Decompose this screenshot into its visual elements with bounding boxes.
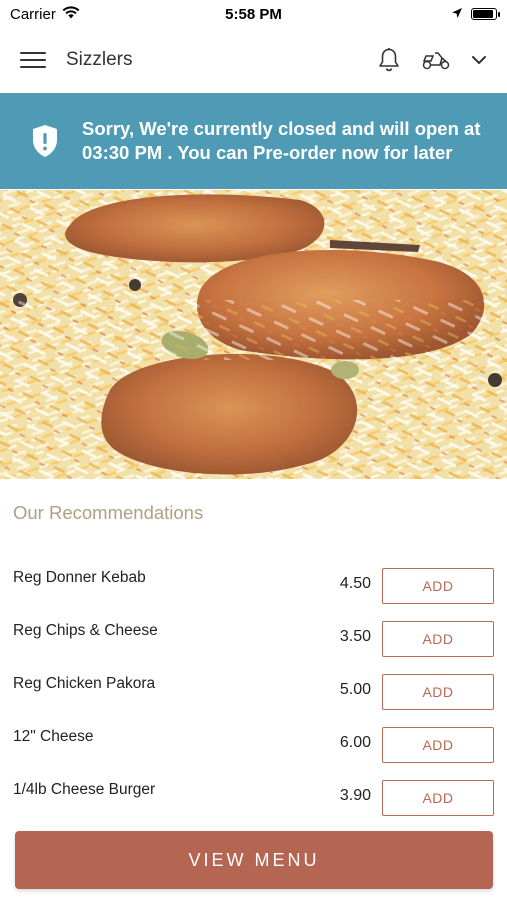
item-name: 1/4lb Cheese Burger [13,781,156,798]
scooter-icon[interactable] [421,49,451,71]
menu-icon[interactable] [20,49,46,71]
add-button[interactable]: ADD [382,674,494,710]
recommendations-list: Reg Donner Kebab 4.50 ADD Reg Chips & Ch… [0,562,507,827]
page-title: Sizzlers [66,49,133,70]
add-button[interactable]: ADD [382,727,494,763]
item-name: Reg Donner Kebab [13,569,146,586]
list-item: 1/4lb Cheese Burger 3.90 ADD [0,774,507,827]
item-price: 6.00 [339,734,371,751]
item-price: 3.90 [339,787,371,804]
closed-banner: Sorry, We're currently closed and will o… [0,93,507,189]
carrier-label: Carrier [10,5,56,23]
add-button[interactable]: ADD [382,568,494,604]
battery-fill [473,10,493,18]
chevron-down-icon[interactable] [471,55,487,65]
list-item: Reg Chips & Cheese 3.50 ADD [0,615,507,668]
nav-bar: Sizzlers [0,28,507,92]
add-button[interactable]: ADD [382,621,494,657]
list-item: Reg Donner Kebab 4.50 ADD [0,562,507,615]
shield-alert-icon [30,124,60,158]
hero-food-image [0,190,507,479]
location-arrow-icon [451,6,463,23]
item-price: 4.50 [339,575,371,592]
status-left: Carrier [10,6,80,23]
section-title: Our Recommendations [13,502,204,523]
wifi-icon [62,5,80,23]
status-bar: Carrier 5:58 PM [0,0,507,28]
add-button[interactable]: ADD [382,780,494,816]
item-name: Reg Chips & Cheese [13,622,158,639]
list-item: Reg Chicken Pakora 5.00 ADD [0,668,507,721]
status-right [451,6,500,23]
list-item: 12" Cheese 6.00 ADD [0,721,507,774]
view-menu-button[interactable]: VIEW MENU [15,831,493,889]
item-name: 12" Cheese [13,728,94,745]
item-name: Reg Chicken Pakora [13,675,156,692]
nav-actions [377,47,487,73]
item-price: 5.00 [339,681,371,698]
battery-icon [471,8,500,20]
item-price: 3.50 [339,628,371,645]
bell-icon[interactable] [377,47,401,73]
closed-message: Sorry, We're currently closed and will o… [82,118,481,163]
